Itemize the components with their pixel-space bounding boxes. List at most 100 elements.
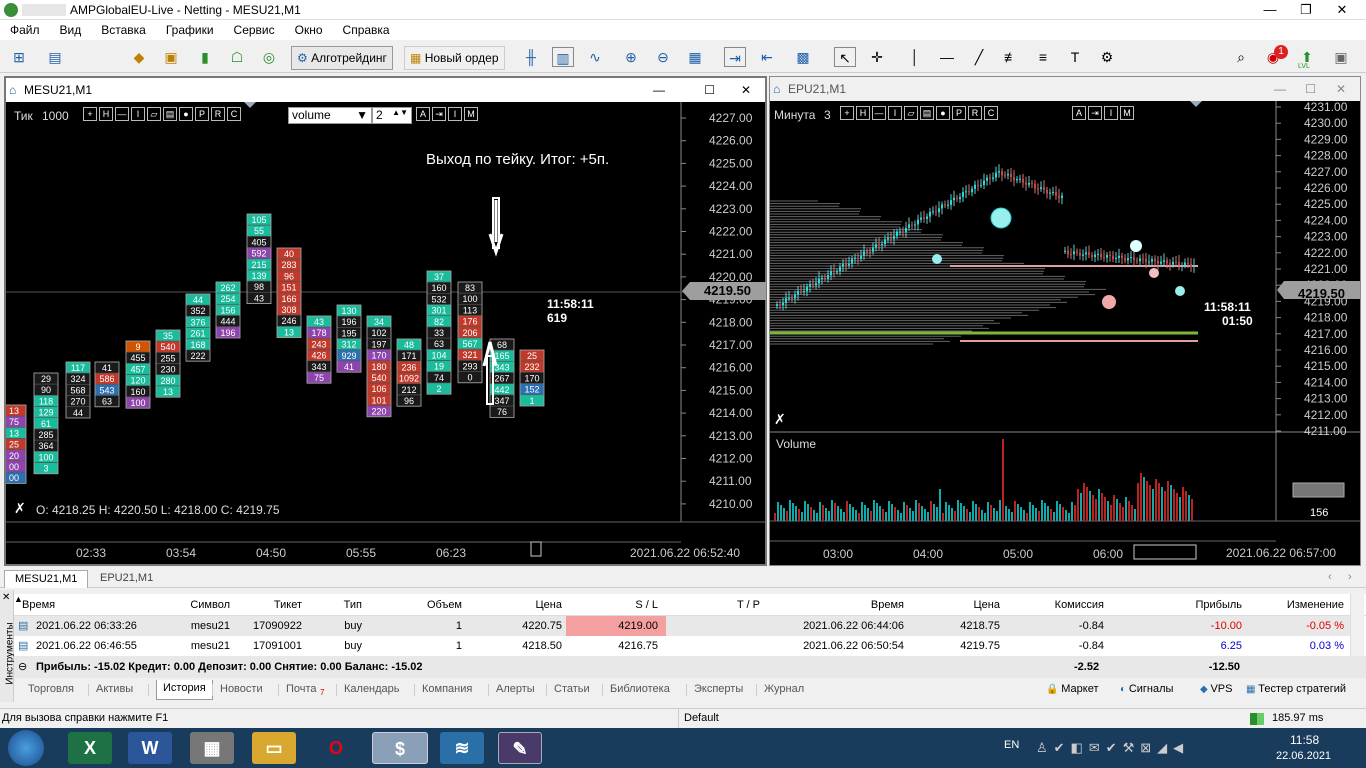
chart-tool-button[interactable]: ●: [936, 106, 950, 120]
explorer-icon[interactable]: ▭: [252, 732, 296, 764]
chart-tool-button[interactable]: —: [115, 107, 129, 121]
chart-tool-button[interactable]: ⇥: [1088, 106, 1102, 120]
chart-tool-button[interactable]: I: [131, 107, 145, 121]
scroll-marker[interactable]: [530, 541, 542, 557]
tools-icon[interactable]: ✗: [774, 411, 786, 428]
zoom-out-icon[interactable]: ⊖: [652, 47, 674, 67]
bottom-link-3[interactable]: ▦ Тестер стратегий: [1246, 683, 1346, 695]
chart-tool-button[interactable]: ▱: [904, 106, 918, 120]
table-scrollbar[interactable]: [1350, 594, 1364, 656]
account-icon[interactable]: ▣: [1330, 47, 1352, 67]
algotrading-button[interactable]: ⚙ Алготрейдинг: [291, 46, 393, 70]
tab-9[interactable]: Библиотека: [610, 683, 670, 695]
chart-tool-button[interactable]: +: [840, 106, 854, 120]
tab-7[interactable]: Алерты: [496, 683, 535, 695]
menu-item[interactable]: Сервис: [224, 20, 285, 37]
menu-item[interactable]: Графики: [156, 20, 224, 37]
tab-10[interactable]: Эксперты: [694, 683, 743, 695]
tile-windows-icon[interactable]: ▦: [684, 47, 706, 67]
chart-tool-button[interactable]: A: [1072, 106, 1086, 120]
wifi-app-icon[interactable]: ≋: [440, 732, 484, 764]
menu-item[interactable]: Файл: [0, 20, 50, 37]
column-header-9[interactable]: Цена: [944, 599, 1000, 611]
chart-tool-button[interactable]: I: [1104, 106, 1118, 120]
word-icon[interactable]: W: [128, 732, 172, 764]
tab-0[interactable]: Торговля: [28, 683, 74, 695]
chart-tool-button[interactable]: R: [968, 106, 982, 120]
chart-tool-button[interactable]: ⇥: [432, 107, 446, 121]
tab-1[interactable]: Активы: [96, 683, 133, 695]
opera-icon[interactable]: O: [314, 732, 358, 764]
tab-6[interactable]: Компания: [422, 683, 472, 695]
column-header-6[interactable]: S / L: [574, 599, 658, 611]
crosshair-icon[interactable]: ✛: [866, 47, 888, 67]
bar-chart-icon[interactable]: ╫: [520, 47, 542, 67]
vertical-line-icon[interactable]: │: [904, 47, 926, 67]
close-button[interactable]: ✕: [741, 78, 751, 102]
profiles-icon[interactable]: ▤: [44, 47, 66, 67]
new-chart-icon[interactable]: ⊞: [8, 47, 30, 67]
minimize-button[interactable]: —: [1250, 0, 1290, 20]
horizontal-line-icon[interactable]: —: [936, 47, 958, 67]
column-header-0[interactable]: Время: [22, 599, 55, 611]
column-header-3[interactable]: Тип: [314, 599, 362, 611]
chart-tool-button[interactable]: C: [984, 106, 998, 120]
minimize-button[interactable]: —: [1274, 77, 1286, 101]
tab-11[interactable]: Журнал: [764, 683, 804, 695]
scroll-marker[interactable]: [1133, 544, 1197, 560]
text-icon[interactable]: T: [1064, 47, 1086, 67]
trendline-icon[interactable]: ╱: [968, 47, 990, 67]
line-chart-icon[interactable]: ∿: [584, 47, 606, 67]
menu-item[interactable]: Вид: [50, 20, 92, 37]
bottom-link-2[interactable]: ◆ VPS: [1200, 683, 1232, 695]
start-button[interactable]: [8, 730, 44, 766]
tab-2[interactable]: История: [156, 680, 213, 700]
tab-epu21[interactable]: EPU21,M1: [90, 570, 176, 588]
maximize-button[interactable]: ☐: [1305, 77, 1316, 101]
chart-tool-button[interactable]: H: [99, 107, 113, 121]
tabs-scroll-right-icon[interactable]: ›: [1348, 571, 1352, 583]
bottom-link-0[interactable]: 🔒 Маркет: [1046, 683, 1098, 695]
column-header-7[interactable]: T / P: [674, 599, 760, 611]
search-icon[interactable]: ⌕: [1230, 47, 1252, 67]
chart-tool-button[interactable]: —: [872, 106, 886, 120]
restore-button[interactable]: ❐: [1286, 0, 1326, 20]
metatrader-icon[interactable]: $: [372, 732, 428, 764]
close-button[interactable]: ✕: [1336, 77, 1346, 101]
minimize-button[interactable]: —: [653, 78, 665, 102]
tab-mesu21[interactable]: MESU21,M1: [4, 570, 88, 588]
chart-tool-button[interactable]: M: [1120, 106, 1134, 120]
column-header-4[interactable]: Объем: [398, 599, 462, 611]
close-button[interactable]: ✕: [1322, 0, 1362, 20]
chart-shift-icon[interactable]: ⇤: [756, 47, 778, 67]
data-icon[interactable]: ◆: [128, 47, 150, 67]
chart-tool-button[interactable]: ▤: [920, 106, 934, 120]
chart-tool-button[interactable]: C: [227, 107, 241, 121]
candle-chart-icon[interactable]: ▥: [552, 47, 574, 67]
equidistant-channel-icon[interactable]: ≢: [1000, 47, 1022, 67]
tools-icon[interactable]: ✗: [14, 500, 26, 517]
chart-tool-button[interactable]: M: [464, 107, 478, 121]
fibonacci-icon[interactable]: ≡: [1032, 47, 1054, 67]
tab-3[interactable]: Новости: [220, 683, 263, 695]
tray-icons[interactable]: ♙✔◧✉✔⚒⊠◢◀: [1036, 740, 1189, 756]
bottom-link-1[interactable]: ◐ Сигналы: [1120, 683, 1173, 695]
menu-item[interactable]: Вставка: [91, 20, 156, 37]
chart-tool-button[interactable]: P: [195, 107, 209, 121]
maximize-button[interactable]: ☐: [704, 78, 715, 102]
chart-tool-button[interactable]: ▱: [147, 107, 161, 121]
table-row[interactable]: ▤ 2021.06.22 06:46:55 mesu21 17091001 buy 1 42…: [14, 636, 1350, 656]
tabs-scroll-left-icon[interactable]: ‹: [1328, 571, 1332, 583]
new-order-button[interactable]: ▦ Новый ордер: [404, 46, 505, 70]
table-row[interactable]: ▤ 2021.06.22 06:33:26 mesu21 17090922 buy 1 42…: [14, 616, 1350, 636]
tab-4[interactable]: Почта: [286, 683, 317, 695]
zoom-in-icon[interactable]: ⊕: [620, 47, 642, 67]
chart-tool-button[interactable]: +: [83, 107, 97, 121]
excel-icon[interactable]: X: [68, 732, 112, 764]
column-header-10[interactable]: Комиссия: [1034, 599, 1104, 611]
calculator-icon[interactable]: ▦: [190, 732, 234, 764]
column-header-1[interactable]: Символ: [154, 599, 230, 611]
cursor-icon[interactable]: ↖: [834, 47, 856, 67]
chart-tool-button[interactable]: P: [952, 106, 966, 120]
lock-icon[interactable]: ▣: [160, 47, 182, 67]
